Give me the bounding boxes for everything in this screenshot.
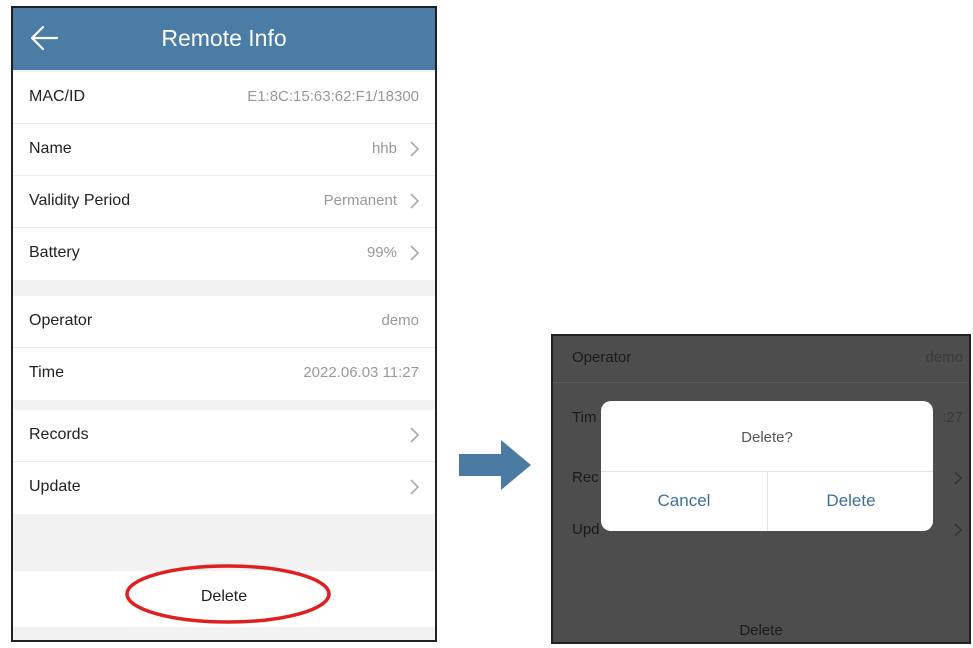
remote-info-screen: Remote Info MAC/ID E1:8C:15:63:62:F1/183… <box>11 6 437 642</box>
delete-confirm-dialog: Delete? Cancel Delete <box>601 401 933 531</box>
validity-period-value: Permanent <box>323 192 397 209</box>
confirm-delete-button[interactable]: Delete <box>768 471 933 531</box>
records-row[interactable]: Records <box>13 410 435 462</box>
name-row[interactable]: Name hhb <box>13 124 435 176</box>
page-title: Remote Info <box>161 25 287 51</box>
dimmed-time-value: :27 <box>942 409 963 426</box>
highlight-oval <box>125 564 331 624</box>
mac-id-label: MAC/ID <box>29 88 85 105</box>
operation-info-group: Operator demo Time 2022.06.03 11:27 <box>13 296 435 400</box>
chevron-right-icon <box>409 424 421 446</box>
app-bar: Remote Info <box>13 8 435 70</box>
cancel-button[interactable]: Cancel <box>601 471 767 531</box>
dimmed-operator-value: demo <box>925 349 963 366</box>
validity-period-row[interactable]: Validity Period Permanent <box>13 176 435 228</box>
dimmed-operator-row: Operator demo <box>553 336 969 388</box>
validity-period-label: Validity Period <box>29 192 131 209</box>
actions-group: Records Update <box>13 410 435 514</box>
chevron-right-icon <box>953 521 963 539</box>
name-label: Name <box>29 140 72 157</box>
chevron-right-icon <box>953 469 963 487</box>
time-row: Time 2022.06.03 11:27 <box>13 348 435 400</box>
device-info-group: MAC/ID E1:8C:15:63:62:F1/18300 Name hhb … <box>13 72 435 280</box>
operator-label: Operator <box>29 312 93 329</box>
mac-id-value: E1:8C:15:63:62:F1/18300 <box>247 88 419 105</box>
chevron-right-icon <box>409 242 421 264</box>
battery-label: Battery <box>29 244 80 261</box>
time-value: 2022.06.03 11:27 <box>303 364 419 381</box>
battery-row[interactable]: Battery 99% <box>13 228 435 280</box>
dialog-message: Delete? <box>741 429 793 446</box>
update-row[interactable]: Update <box>13 462 435 514</box>
divider <box>553 382 969 383</box>
flow-arrow-icon <box>459 440 531 490</box>
update-label: Update <box>29 478 81 495</box>
dimmed-delete-label: Delete <box>739 622 783 639</box>
delete-confirm-screen: Operator demo Tim :27 Rec Upd Delete Del… <box>551 334 971 644</box>
battery-value: 99% <box>366 244 397 261</box>
time-label: Time <box>29 364 64 381</box>
chevron-right-icon <box>409 138 421 160</box>
dimmed-records-label: Rec <box>572 469 599 486</box>
chevron-right-icon <box>409 190 421 212</box>
operator-row: Operator demo <box>13 296 435 348</box>
name-value: hhb <box>371 140 397 157</box>
dimmed-time-label: Tim <box>572 409 597 426</box>
dimmed-operator-label: Operator <box>572 349 632 366</box>
dimmed-update-label: Upd <box>572 521 600 538</box>
chevron-right-icon <box>409 476 421 498</box>
operator-value: demo <box>381 312 419 329</box>
mac-id-row: MAC/ID E1:8C:15:63:62:F1/18300 <box>13 72 435 124</box>
records-label: Records <box>29 426 89 443</box>
